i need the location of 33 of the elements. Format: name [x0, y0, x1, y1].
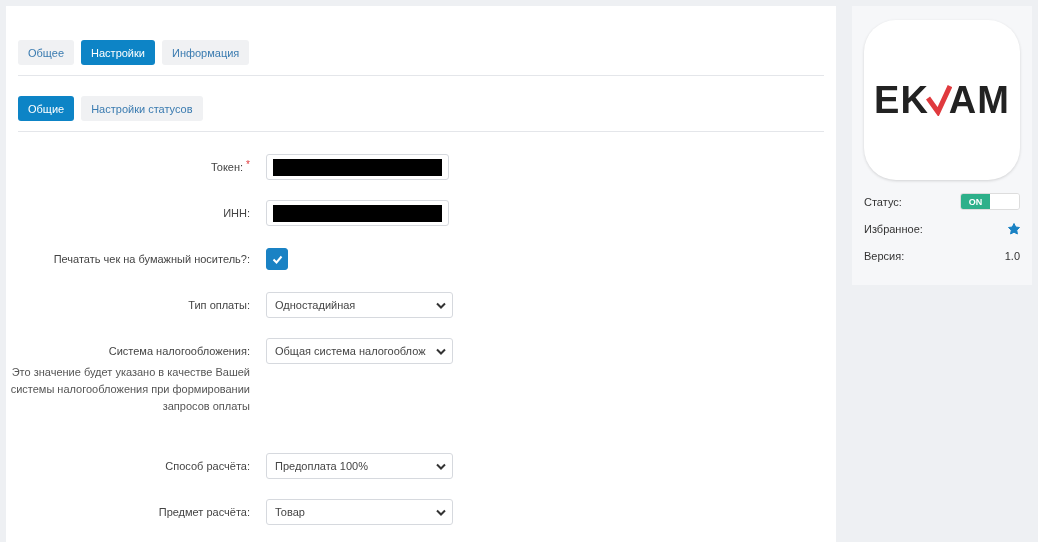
- input-field[interactable]: [266, 200, 449, 226]
- required-mark: *: [246, 158, 250, 172]
- property-label: Статус:: [864, 195, 902, 208]
- tab[interactable]: Информация: [161, 40, 250, 65]
- dropdown[interactable]: Общая система налогооблож: [266, 338, 453, 364]
- field-label: Токен:: [210, 160, 244, 175]
- caret-icon: [436, 508, 446, 516]
- dropdown[interactable]: Товар: [266, 499, 453, 525]
- caret-icon: [436, 462, 446, 470]
- dropdown[interactable]: Предоплата 100%: [266, 453, 453, 479]
- tab[interactable]: Общие: [18, 96, 75, 121]
- property-label: Избранное:: [864, 222, 923, 235]
- tab[interactable]: Общее: [18, 40, 75, 65]
- checkbox[interactable]: [266, 248, 288, 270]
- version-value: 1.0: [1004, 249, 1020, 262]
- status-toggle[interactable]: ON: [960, 193, 1020, 210]
- field-label: Способ расчёта:: [165, 459, 250, 474]
- tab[interactable]: Настройки статусов: [81, 96, 203, 121]
- star-icon[interactable]: [1008, 222, 1020, 235]
- property-label: Версия:: [864, 249, 905, 262]
- help-text: Это значение будет указано в качестве Вашей системы налогообложения при формировании запросов оплаты: [9, 365, 250, 414]
- field-label: ИНН:: [223, 206, 250, 221]
- app-logo: EK AM: [864, 20, 1020, 180]
- tab[interactable]: Настройки: [81, 40, 155, 65]
- checkmark-icon: [271, 254, 283, 264]
- field-label: Тип оплаты:: [188, 298, 250, 313]
- field-label: Печатать чек на бумажный носитель?:: [53, 252, 250, 267]
- caret-icon: [436, 301, 446, 309]
- dropdown[interactable]: Одностадийная: [266, 292, 453, 318]
- field-label: Предмет расчёта:: [158, 505, 250, 520]
- caret-icon: [436, 347, 446, 355]
- input-field[interactable]: [266, 154, 449, 180]
- field-label: Система налогообложения:: [108, 344, 250, 359]
